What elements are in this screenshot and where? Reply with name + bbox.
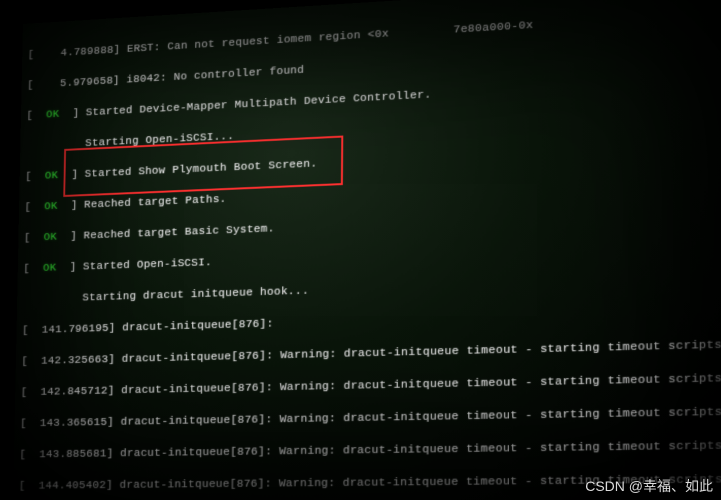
status-ok: OK (44, 231, 57, 244)
dracut-timeout-line: [ 143.365615] dracut-initqueue[876]: War… (20, 404, 721, 432)
systemd-msg: Starting dracut initqueue hook... (82, 285, 309, 305)
dracut-timeout-line: [ 142.325663] dracut-initqueue[876]: War… (21, 337, 721, 370)
systemd-msg: Reached target Basic System. (84, 222, 275, 242)
status-ok: OK (45, 169, 58, 182)
systemd-msg: Starting Open-iSCSI... (85, 130, 234, 150)
systemd-msg: Reached target Paths. (84, 193, 227, 212)
dracut-first-line: [ 141.796195] dracut-initqueue[876]: (22, 304, 721, 339)
systemd-msg: Started Device-Mapper Multipath Device C… (86, 88, 432, 119)
dracut-timeout-line: [ 143.885681] dracut-initqueue[876]: War… (19, 438, 721, 463)
systemd-line: [ OK ] Started Open-iSCSI. (23, 237, 721, 277)
status-ok: OK (44, 200, 57, 213)
boot-console: [ 4.789888] ERST: Can not request iomem … (13, 0, 721, 500)
systemd-msg: Started Open-iSCSI. (83, 256, 212, 273)
status-ok: OK (43, 262, 57, 275)
status-ok: OK (46, 108, 59, 121)
systemd-line: Starting dracut initqueue hook... (23, 270, 721, 308)
dracut-timeout-line: [ 142.845712] dracut-initqueue[876]: War… (21, 371, 721, 401)
watermark-text: CSDN @幸福、如此 (585, 476, 713, 496)
systemd-msg: Started Show Plymouth Boot Screen. (85, 157, 318, 180)
